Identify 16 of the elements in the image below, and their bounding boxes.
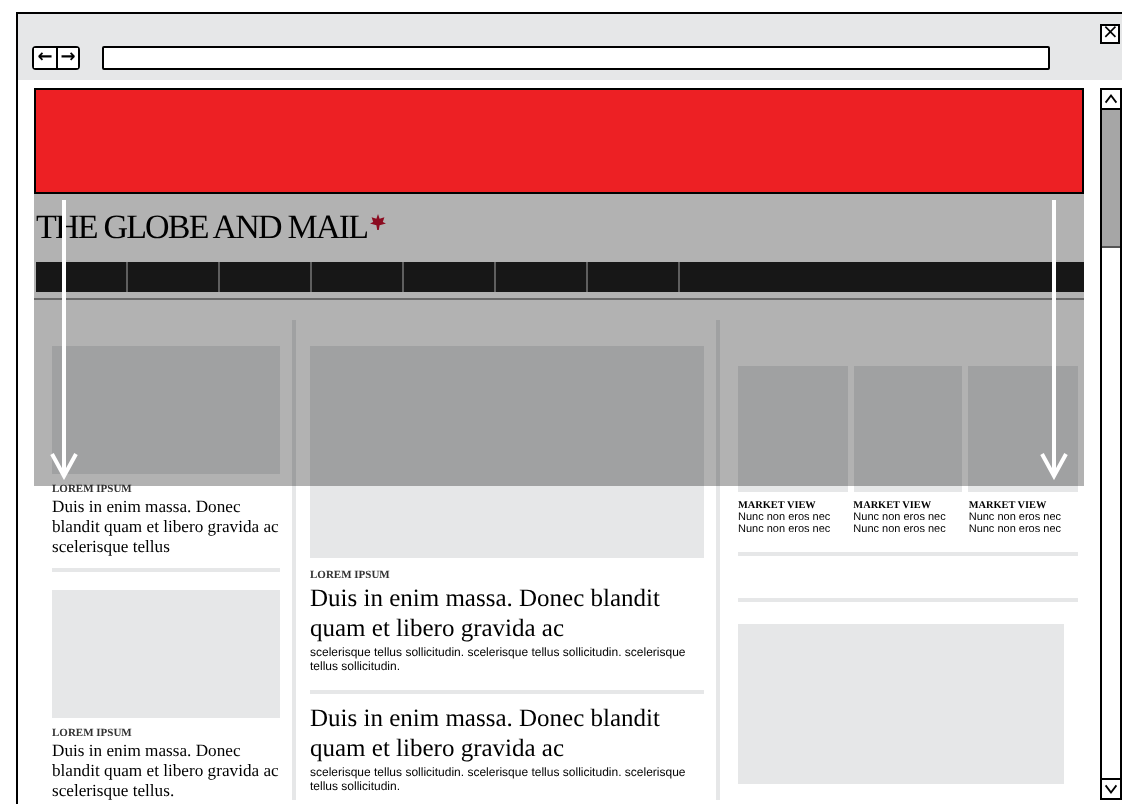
story-headline[interactable]: Duis in enim massa. Donec blandit quam et libero gravida ac: [310, 584, 704, 644]
story-headline[interactable]: Duis in enim massa. Donec blandit quam et libero gravida ac: [310, 704, 704, 764]
image-placeholder: [968, 366, 1079, 492]
image-placeholder: [738, 366, 848, 492]
story-headline[interactable]: Duis in enim massa. Donec blandit quam et libero gravida ac scelerisque tellus: [52, 496, 280, 556]
close-button[interactable]: ×: [1100, 24, 1120, 44]
forward-button[interactable]: →: [56, 48, 78, 68]
back-button[interactable]: ←: [34, 48, 56, 68]
address-field[interactable]: [102, 46, 1050, 70]
maple-leaf-icon: [369, 213, 386, 229]
story-headline[interactable]: Duis in enim massa. Donec blandit quam et libero gravida ac scelerisque tellus.: [52, 740, 280, 800]
scroll-thumb[interactable]: [1102, 110, 1120, 248]
scrollbar[interactable]: [1100, 88, 1122, 800]
image-placeholder: [853, 366, 963, 492]
scroll-down-icon[interactable]: [1102, 778, 1120, 798]
logo: THE GLOBE AND MAIL: [36, 208, 368, 248]
